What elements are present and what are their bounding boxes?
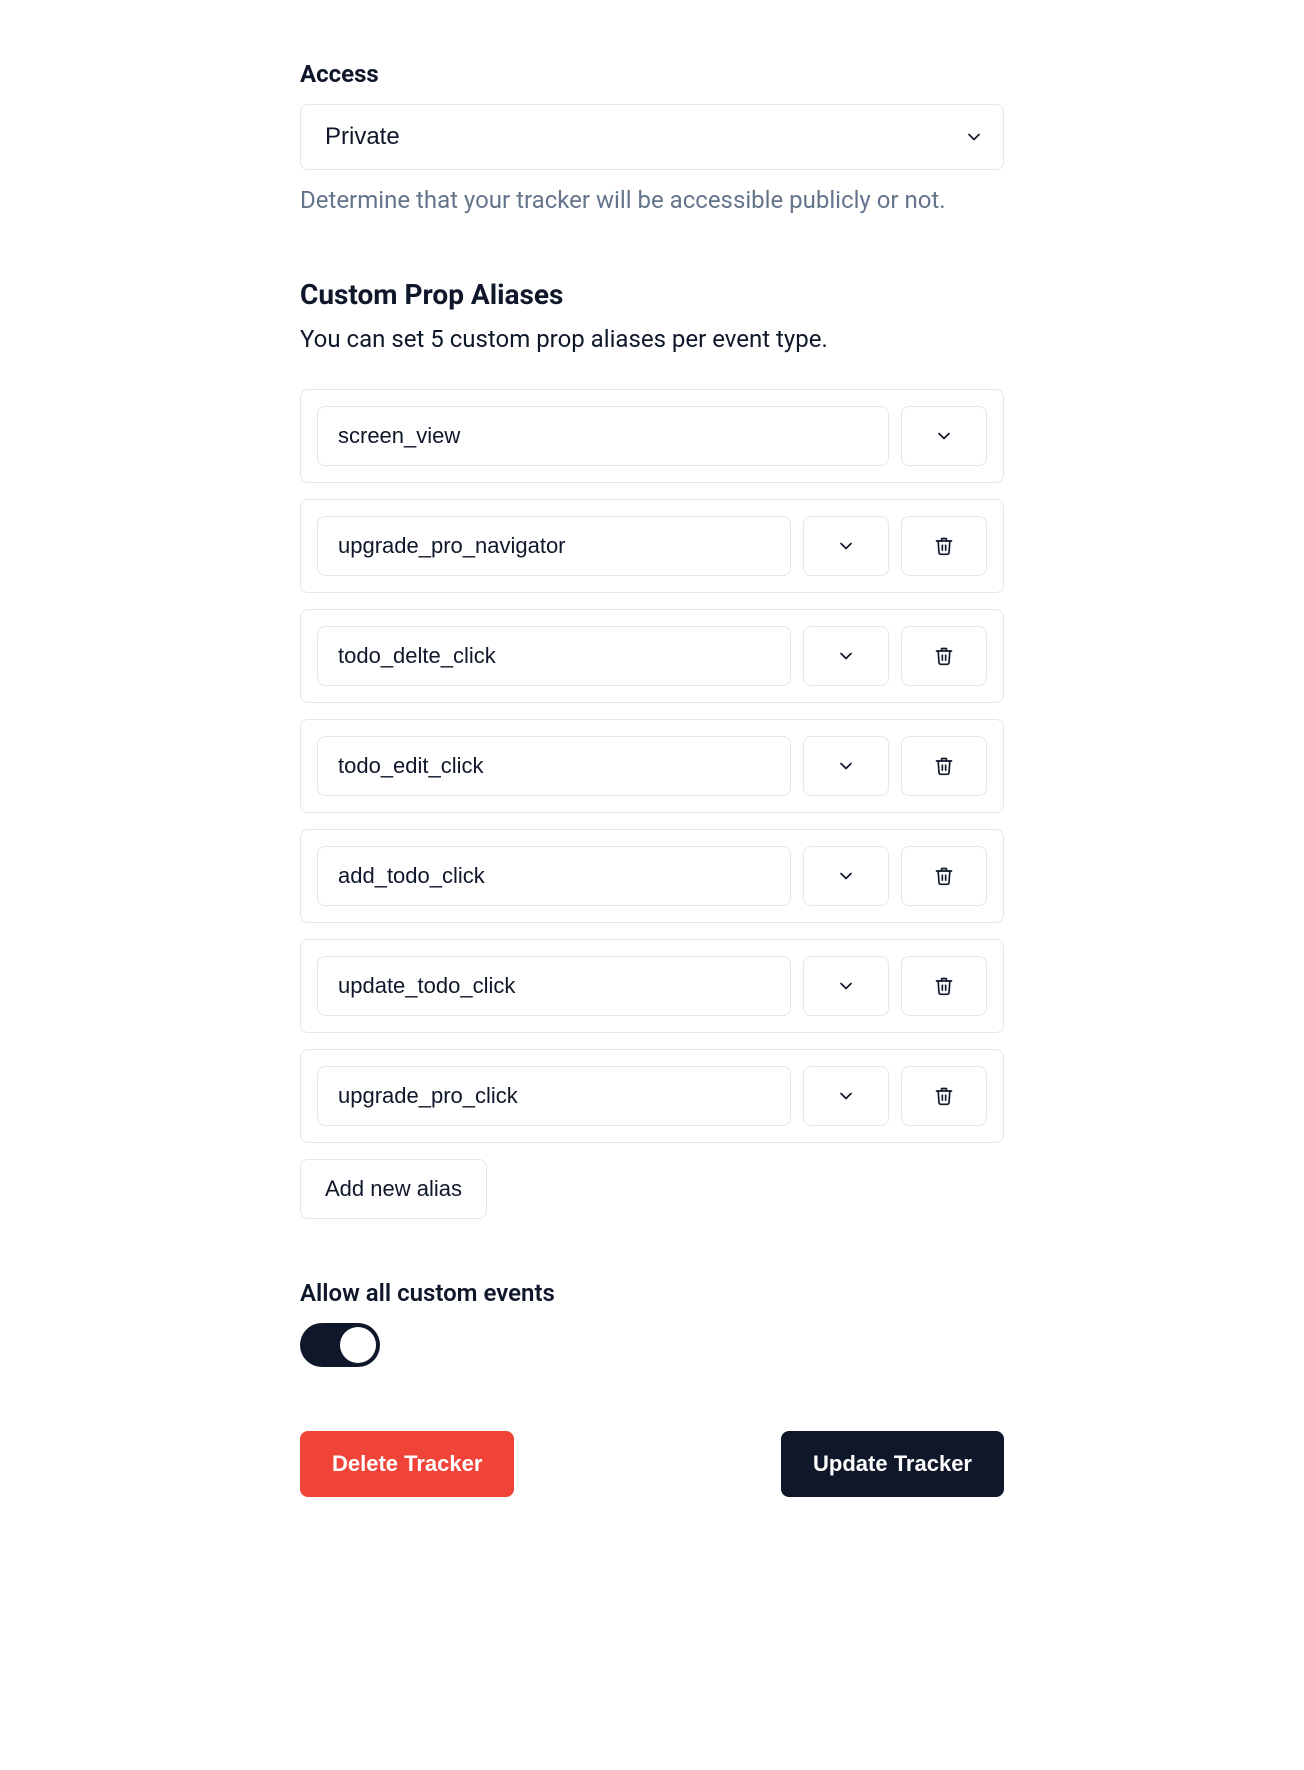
access-select-wrapper: Private bbox=[300, 104, 1004, 170]
alias-expand-button[interactable] bbox=[803, 956, 889, 1016]
alias-expand-button[interactable] bbox=[803, 1066, 889, 1126]
alias-card bbox=[300, 719, 1004, 813]
chevron-down-icon bbox=[836, 976, 856, 996]
trash-icon bbox=[934, 865, 954, 887]
alias-input[interactable] bbox=[317, 406, 889, 466]
alias-input[interactable] bbox=[317, 626, 791, 686]
alias-input[interactable] bbox=[317, 1066, 791, 1126]
alias-card bbox=[300, 609, 1004, 703]
trash-icon bbox=[934, 645, 954, 667]
alias-input[interactable] bbox=[317, 846, 791, 906]
access-select[interactable]: Private bbox=[300, 104, 1004, 170]
aliases-heading: Custom Prop Aliases bbox=[300, 278, 1004, 311]
alias-input[interactable] bbox=[317, 736, 791, 796]
allow-custom-events-label: Allow all custom events bbox=[300, 1279, 1004, 1307]
chevron-down-icon bbox=[836, 866, 856, 886]
trash-icon bbox=[934, 755, 954, 777]
alias-expand-button[interactable] bbox=[803, 516, 889, 576]
alias-expand-button[interactable] bbox=[803, 736, 889, 796]
alias-card bbox=[300, 829, 1004, 923]
alias-input[interactable] bbox=[317, 516, 791, 576]
trash-icon bbox=[934, 535, 954, 557]
delete-tracker-button[interactable]: Delete Tracker bbox=[300, 1431, 514, 1497]
action-buttons: Delete Tracker Update Tracker bbox=[300, 1431, 1004, 1497]
alias-card bbox=[300, 1049, 1004, 1143]
alias-expand-button[interactable] bbox=[901, 406, 987, 466]
add-alias-button[interactable]: Add new alias bbox=[300, 1159, 487, 1219]
alias-expand-button[interactable] bbox=[803, 626, 889, 686]
alias-delete-button[interactable] bbox=[901, 516, 987, 576]
chevron-down-icon bbox=[836, 1086, 856, 1106]
alias-input[interactable] bbox=[317, 956, 791, 1016]
alias-card bbox=[300, 499, 1004, 593]
alias-card bbox=[300, 939, 1004, 1033]
access-help-text: Determine that your tracker will be acce… bbox=[300, 184, 1004, 218]
update-tracker-button[interactable]: Update Tracker bbox=[781, 1431, 1004, 1497]
trash-icon bbox=[934, 1085, 954, 1107]
alias-list bbox=[300, 389, 1004, 1143]
access-label: Access bbox=[300, 60, 1004, 88]
allow-custom-events-toggle[interactable] bbox=[300, 1323, 380, 1367]
aliases-description: You can set 5 custom prop aliases per ev… bbox=[300, 321, 1004, 357]
toggle-knob bbox=[340, 1327, 376, 1363]
chevron-down-icon bbox=[836, 646, 856, 666]
alias-delete-button[interactable] bbox=[901, 626, 987, 686]
alias-delete-button[interactable] bbox=[901, 846, 987, 906]
chevron-down-icon bbox=[836, 756, 856, 776]
chevron-down-icon bbox=[836, 536, 856, 556]
trash-icon bbox=[934, 975, 954, 997]
alias-delete-button[interactable] bbox=[901, 1066, 987, 1126]
alias-card bbox=[300, 389, 1004, 483]
chevron-down-icon bbox=[934, 426, 954, 446]
alias-expand-button[interactable] bbox=[803, 846, 889, 906]
aliases-section: Custom Prop Aliases You can set 5 custom… bbox=[300, 278, 1004, 1219]
access-section: Access Private Determine that your track… bbox=[300, 60, 1004, 218]
alias-delete-button[interactable] bbox=[901, 956, 987, 1016]
alias-delete-button[interactable] bbox=[901, 736, 987, 796]
toggle-section: Allow all custom events bbox=[300, 1279, 1004, 1371]
